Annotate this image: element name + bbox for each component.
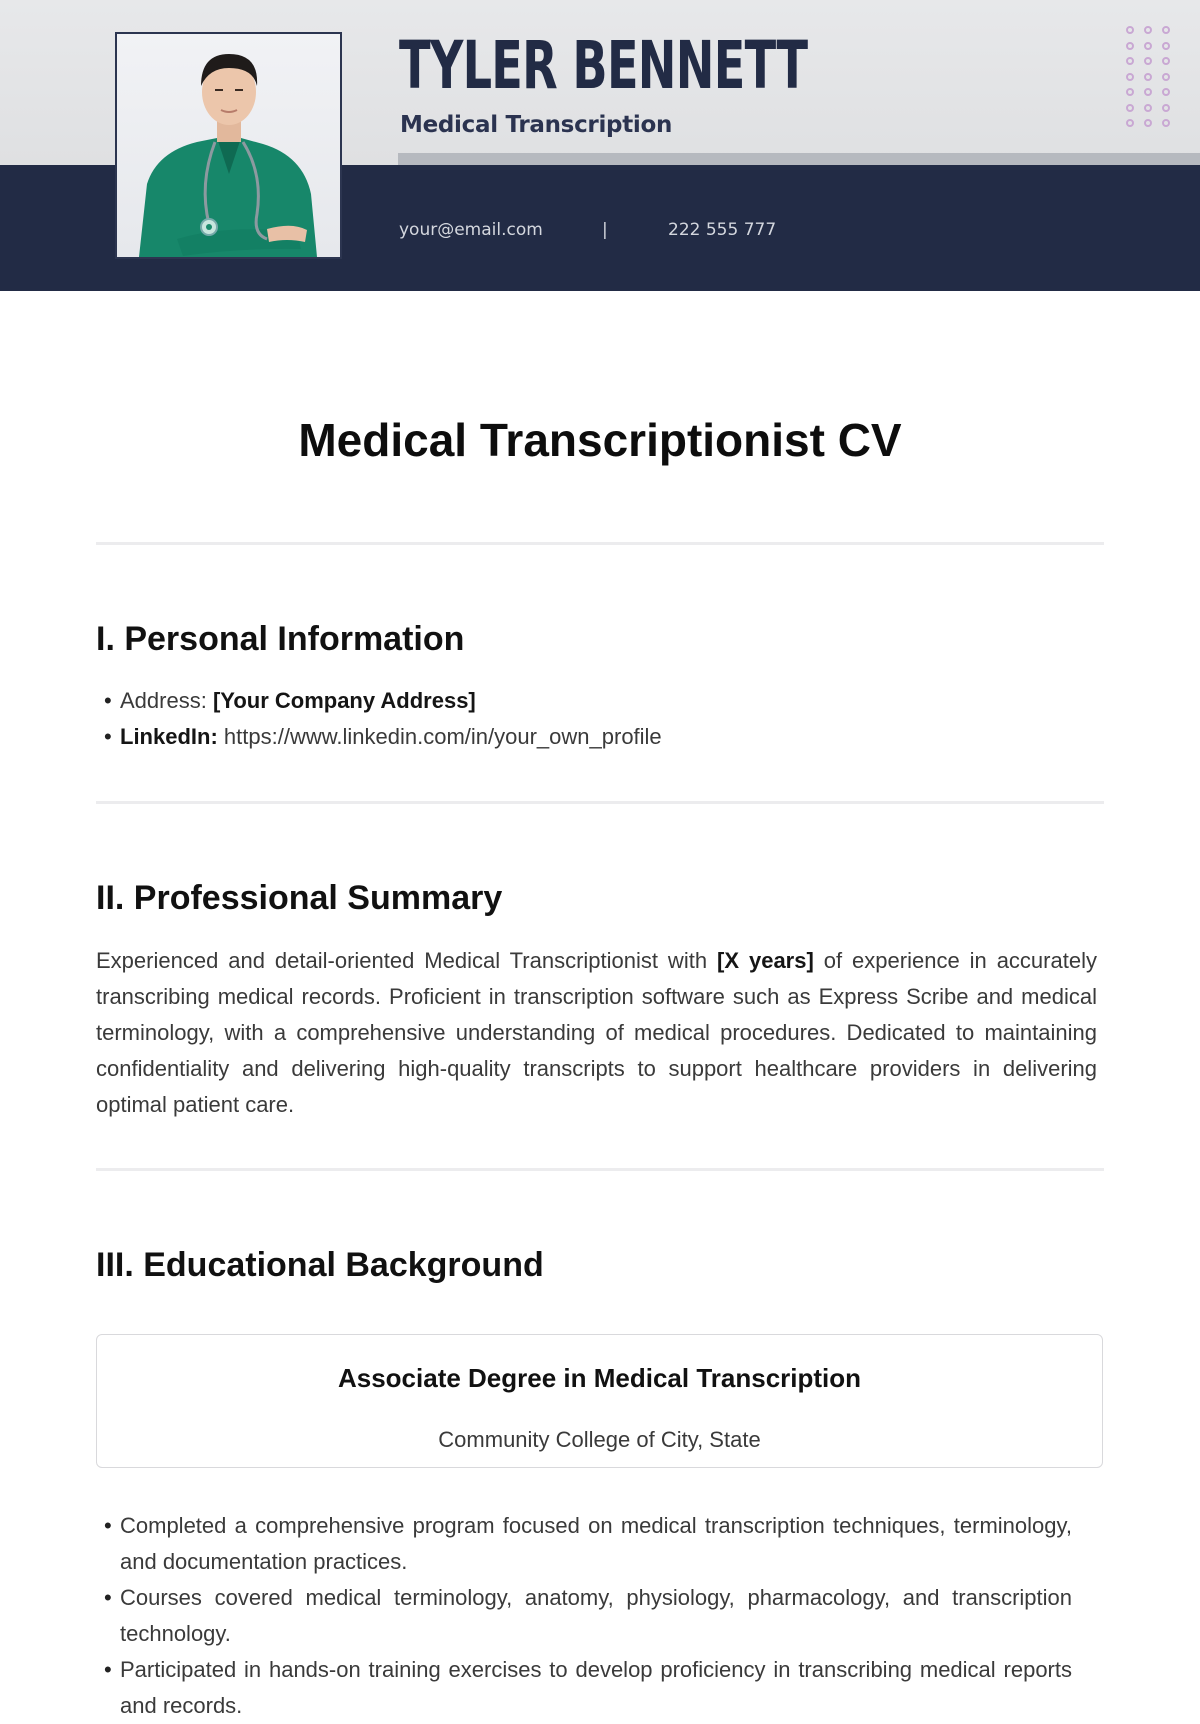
address-label: Address: xyxy=(120,688,207,713)
personal-info-address: Address: [Your Company Address] xyxy=(104,683,1072,719)
section-heading-educational-background: III. Educational Background xyxy=(96,1246,544,1284)
education-detail-item: Completed a comprehensive program focuse… xyxy=(104,1508,1072,1580)
document-title: Medical Transcriptionist CV xyxy=(298,414,902,466)
address-value: [Your Company Address] xyxy=(212,688,476,713)
education-detail-item: Courses covered medical terminology, ana… xyxy=(104,1580,1072,1652)
education-details-list: Completed a comprehensive program focuse… xyxy=(104,1508,1072,1724)
summary-text-end: of experience in accurately transcribing… xyxy=(96,948,1097,1117)
section-divider xyxy=(96,1168,1104,1171)
candidate-name: TYLER BENNETT xyxy=(399,27,808,104)
section-heading-personal-information: I. Personal Information xyxy=(96,620,465,658)
personal-info-linkedin: LinkedIn: https://www.linkedin.com/in/yo… xyxy=(104,719,1072,755)
linkedin-link[interactable]: https://www.linkedin.com/in/your_own_pro… xyxy=(224,724,662,749)
personal-info-list: Address: [Your Company Address] LinkedIn… xyxy=(104,683,1072,755)
cv-header: TYLER BENNETT Medical Transcription your… xyxy=(0,0,1200,291)
education-card: Associate Degree in Medical Transcriptio… xyxy=(96,1334,1103,1468)
linkedin-label: LinkedIn: xyxy=(120,724,218,749)
decorative-dot-grid-icon xyxy=(1126,26,1180,134)
contact-email[interactable]: your@email.com xyxy=(399,220,543,240)
professional-summary-text: Experienced and detail-oriented Medical … xyxy=(96,943,1097,1123)
header-accent-strip xyxy=(398,153,1200,165)
education-detail-item: Participated in hands-on training exerci… xyxy=(104,1652,1072,1724)
section-divider xyxy=(96,542,1104,545)
section-heading-professional-summary: II. Professional Summary xyxy=(96,879,503,917)
contact-separator: | xyxy=(602,220,608,240)
profile-photo xyxy=(115,32,342,259)
contact-phone[interactable]: 222 555 777 xyxy=(668,220,776,240)
summary-years-placeholder: [X years] xyxy=(717,948,814,973)
summary-text-start: Experienced and detail-oriented Medical … xyxy=(96,948,718,973)
profile-photo-illustration xyxy=(117,34,340,257)
candidate-role: Medical Transcription xyxy=(400,112,673,138)
section-divider xyxy=(96,801,1104,804)
education-degree: Associate Degree in Medical Transcriptio… xyxy=(337,1363,862,1393)
education-school: Community College of City, State xyxy=(438,1427,761,1452)
